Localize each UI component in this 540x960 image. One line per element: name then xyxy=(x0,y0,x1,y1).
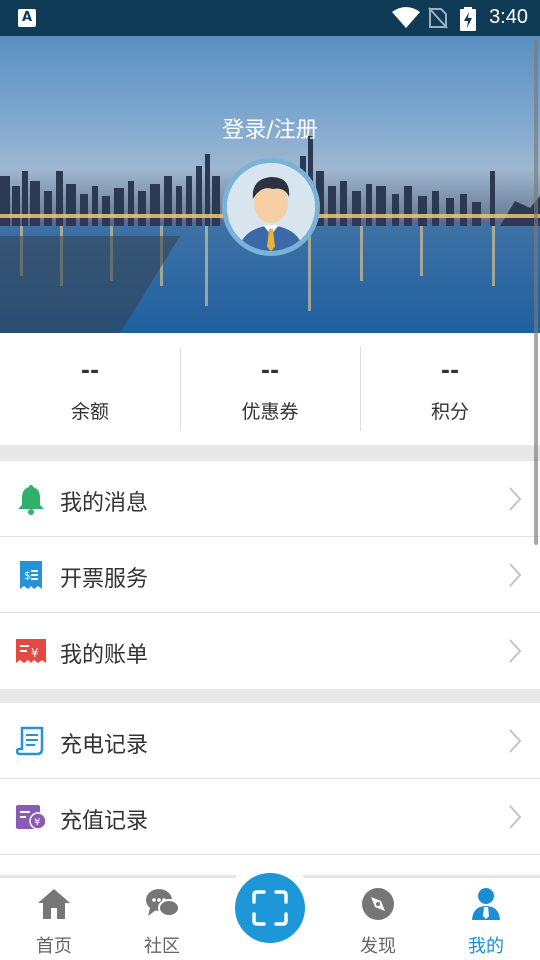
coupon-value: -- xyxy=(260,359,280,384)
app-notification-icon: A xyxy=(18,9,36,27)
nav-community-label: 社区 xyxy=(144,936,180,957)
svg-text:¥: ¥ xyxy=(31,646,39,660)
charge-record-icon xyxy=(16,726,44,756)
scan-icon xyxy=(252,890,288,926)
bell-icon xyxy=(18,485,44,515)
nav-profile-label: 我的 xyxy=(468,936,504,957)
nav-home[interactable]: 首页 xyxy=(14,886,94,958)
scrollbar[interactable] xyxy=(534,40,538,545)
svg-text:¥: ¥ xyxy=(34,817,40,828)
nav-discover-label: 发现 xyxy=(360,936,396,957)
menu-item-charge-records[interactable]: 充电记录 xyxy=(0,703,540,779)
chevron-right-icon xyxy=(509,729,522,753)
scan-button[interactable] xyxy=(235,873,305,943)
battery-charging-icon xyxy=(460,7,476,31)
profile-header-banner: 登录/注册 xyxy=(0,36,540,333)
coupon-label: 优惠券 xyxy=(241,401,299,423)
home-icon xyxy=(38,889,70,919)
menu-item-messages[interactable]: 我的消息 xyxy=(0,461,540,537)
points-label: 积分 xyxy=(430,401,469,423)
status-bar: A 3:40 xyxy=(0,0,540,36)
wifi-icon xyxy=(392,7,420,28)
menu-group-account: 我的消息 $ 开票服务 ¥ 我的账单 xyxy=(0,461,540,689)
no-sim-icon xyxy=(428,7,448,29)
login-register-link[interactable]: 登录/注册 xyxy=(0,112,540,144)
recharge-record-icon: ¥ xyxy=(16,805,46,830)
menu-item-label: 我的账单 xyxy=(60,643,149,668)
points-stat[interactable]: -- 积分 xyxy=(360,333,540,445)
chevron-right-icon xyxy=(509,487,522,511)
svg-text:$: $ xyxy=(24,569,31,582)
account-stats: -- 余额 -- 优惠券 -- 积分 xyxy=(0,333,540,445)
nav-community[interactable]: 社区 xyxy=(122,886,202,958)
avatar[interactable] xyxy=(222,158,320,256)
menu-item-label: 我的消息 xyxy=(60,491,149,516)
chevron-right-icon xyxy=(509,563,522,587)
bill-icon: ¥ xyxy=(16,639,46,663)
invoice-icon: $ xyxy=(20,561,42,589)
menu-item-bills[interactable]: ¥ 我的账单 xyxy=(0,613,540,689)
menu-item-label: 开票服务 xyxy=(60,567,149,592)
menu-item-recharge-records[interactable]: ¥ 充值记录 xyxy=(0,779,540,855)
profile-icon xyxy=(472,888,500,920)
nav-home-label: 首页 xyxy=(36,936,72,957)
default-avatar-icon xyxy=(227,163,315,251)
compass-icon xyxy=(362,888,394,920)
chevron-right-icon xyxy=(509,805,522,829)
nav-discover[interactable]: 发现 xyxy=(338,886,418,958)
community-icon xyxy=(146,889,180,917)
menu-item-label: 充值记录 xyxy=(60,809,149,834)
menu-item-label: 充电记录 xyxy=(60,733,149,758)
points-value: -- xyxy=(440,359,460,384)
nav-profile[interactable]: 我的 xyxy=(446,886,526,958)
coupon-stat[interactable]: -- 优惠券 xyxy=(180,333,360,445)
menu-group-records: 充电记录 ¥ 充值记录 xyxy=(0,703,540,875)
balance-stat[interactable]: -- 余额 xyxy=(0,333,180,445)
clock: 3:40 xyxy=(489,6,528,28)
menu-item-invoice[interactable]: $ 开票服务 xyxy=(0,537,540,613)
chevron-right-icon xyxy=(509,639,522,663)
balance-value: -- xyxy=(80,359,100,384)
balance-label: 余额 xyxy=(70,401,109,423)
